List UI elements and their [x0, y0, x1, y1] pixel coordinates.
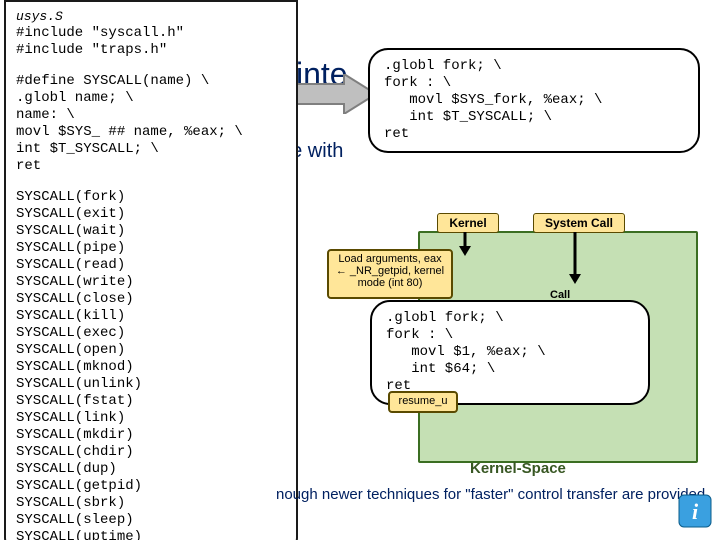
- code-top-box: .globl fork; \ fork : \ movl $SYS_fork, …: [368, 48, 700, 153]
- resume-box: resume_u: [388, 391, 458, 413]
- kernel-space-label: Kernel-Space: [470, 460, 566, 477]
- arrow-down-icon: [568, 232, 582, 284]
- code-macro: #define SYSCALL(name) \ .globl name; \ n…: [16, 73, 286, 175]
- footer-note: nough newer techniques for "faster" cont…: [276, 486, 705, 503]
- left-code-panel: usys.S #include "syscall.h" #include "tr…: [4, 0, 298, 540]
- code-bottom: .globl fork; \ fork : \ movl $1, %eax; \…: [386, 310, 634, 395]
- code-calls: SYSCALL(fork) SYSCALL(exit) SYSCALL(wait…: [16, 189, 286, 540]
- code-includes: #include "syscall.h" #include "traps.h": [16, 25, 286, 59]
- file-header: usys.S: [16, 8, 286, 25]
- arrow-icon: [288, 74, 378, 114]
- load-args-box: Load arguments, eax ← _NR_getpid, kernel…: [327, 249, 453, 299]
- info-icon[interactable]: i: [678, 494, 712, 528]
- arrow-down-icon: [458, 232, 472, 256]
- svg-text:i: i: [692, 499, 699, 524]
- syscall-label: System Call: [533, 213, 625, 233]
- code-bottom-box: .globl fork; \ fork : \ movl $1, %eax; \…: [370, 300, 650, 405]
- kernel-label: Kernel: [437, 213, 499, 233]
- code-top: .globl fork; \ fork : \ movl $SYS_fork, …: [384, 58, 684, 143]
